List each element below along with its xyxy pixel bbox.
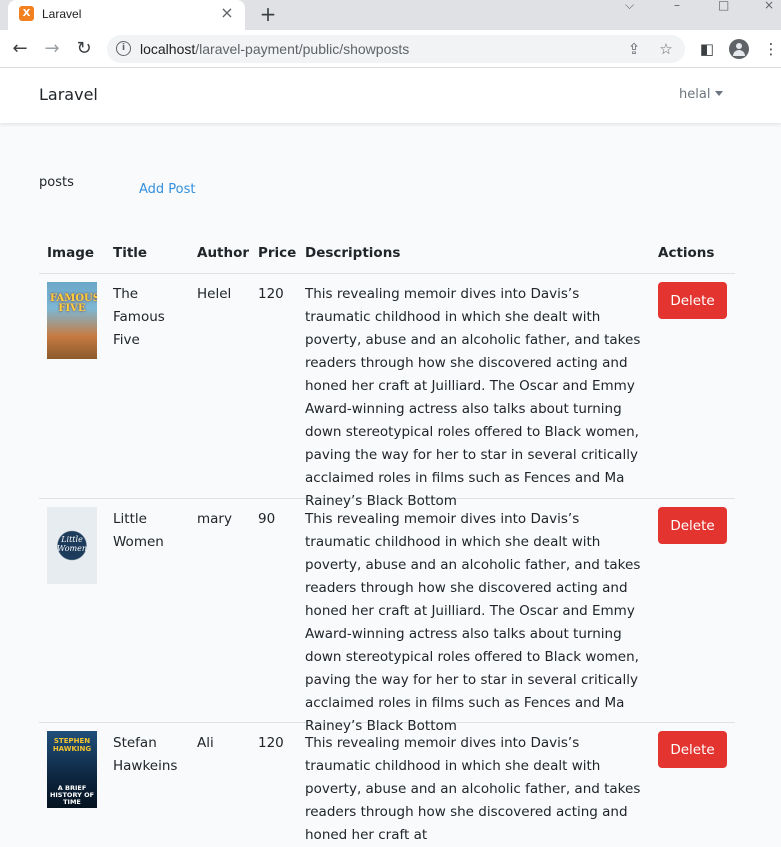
navbar-brand[interactable]: Laravel [39, 85, 98, 104]
side-panel-icon[interactable]: ◧ [697, 39, 717, 59]
maximize-icon[interactable]: □ [718, 0, 729, 12]
browser-toolbar: ← → ↻ i localhost/laravel-payment/public… [0, 30, 781, 68]
profile-avatar-icon[interactable] [729, 39, 749, 59]
back-arrow-icon[interactable]: ← [8, 37, 32, 61]
post-author: mary [197, 511, 232, 527]
url-path: /laravel-payment/public/showposts [195, 41, 410, 57]
post-price: 120 [258, 286, 284, 302]
delete-button[interactable]: Delete [658, 731, 727, 768]
header-title: Title [113, 245, 148, 261]
tab-title: Laravel [42, 7, 82, 21]
book-cover-image: Little Women [47, 507, 97, 584]
address-bar[interactable]: i localhost/laravel-payment/public/showp… [107, 35, 685, 63]
book-cover-image: FAMOUS FIVE [47, 282, 97, 359]
cover-title: Little Women [57, 535, 87, 553]
header-author: Author [197, 245, 250, 261]
table-row: FAMOUS FIVE The Famous Five Helel 120 Th… [39, 274, 735, 509]
tab-search-chevron-icon[interactable]: ⌵ [625, 0, 634, 12]
reload-icon[interactable]: ↻ [72, 37, 96, 61]
header-price: Price [258, 245, 297, 261]
browser-tabstrip: X Laravel × + ⌵ – □ × [0, 0, 781, 30]
post-author: Helel [197, 286, 232, 302]
post-author: Ali [197, 735, 214, 751]
cover-author: STEPHEN HAWKING [52, 737, 92, 753]
book-cover-image: STEPHEN HAWKING A BRIEF HISTORY OF TIME [47, 731, 97, 808]
post-title: The Famous Five [113, 286, 165, 348]
table-row: Little Women Little Women mary 90 This r… [39, 499, 735, 734]
table-header: Image Title Author Price Descriptions Ac… [39, 237, 735, 274]
address-url[interactable]: localhost/laravel-payment/public/showpos… [140, 41, 409, 57]
post-description: This revealing memoir dives into Davis’s… [305, 735, 641, 843]
cover-title: A BRIEF HISTORY OF TIME [49, 784, 95, 806]
app-navbar: Laravel helal [0, 68, 781, 123]
bookmark-star-icon[interactable]: ☆ [656, 39, 676, 59]
browser-tab[interactable]: X Laravel × [8, 0, 245, 30]
delete-button[interactable]: Delete [658, 507, 727, 544]
site-info-icon[interactable]: i [116, 41, 131, 56]
posts-heading: posts [39, 175, 74, 190]
header-actions: Actions [658, 245, 715, 261]
cover-title: FAMOUS FIVE [50, 293, 97, 314]
forward-arrow-icon[interactable]: → [40, 37, 64, 61]
user-dropdown[interactable]: helal [679, 87, 724, 102]
header-descriptions: Descriptions [305, 245, 401, 261]
minimize-icon[interactable]: – [674, 0, 680, 12]
post-title: Little Women [113, 511, 164, 550]
caret-down-icon [715, 91, 724, 96]
brief-history-cover: STEPHEN HAWKING A BRIEF HISTORY OF TIME [47, 731, 97, 808]
table-row: STEPHEN HAWKING A BRIEF HISTORY OF TIME … [39, 723, 735, 843]
delete-button[interactable]: Delete [658, 282, 727, 319]
window-close-icon[interactable]: × [764, 0, 774, 12]
post-price: 90 [258, 511, 276, 527]
post-title: Stefan Hawkeins [113, 735, 178, 774]
post-description: This revealing memoir dives into Davis’s… [305, 511, 641, 734]
url-host: localhost [140, 41, 196, 57]
new-tab-plus-icon[interactable]: + [257, 3, 279, 25]
post-price: 120 [258, 735, 284, 751]
famous-five-cover: FAMOUS FIVE [47, 282, 97, 359]
more-menu-icon[interactable]: ⋮ [761, 39, 781, 59]
add-post-link[interactable]: Add Post [139, 182, 196, 197]
post-description: This revealing memoir dives into Davis’s… [305, 286, 641, 509]
user-name: helal [679, 87, 711, 102]
header-image: Image [47, 245, 95, 261]
little-women-cover: Little Women [47, 507, 97, 584]
share-icon[interactable]: ⇪ [624, 39, 644, 59]
close-icon[interactable]: × [219, 5, 235, 21]
posts-table: Image Title Author Price Descriptions Ac… [39, 237, 735, 843]
xampp-favicon-icon: X [19, 6, 34, 21]
